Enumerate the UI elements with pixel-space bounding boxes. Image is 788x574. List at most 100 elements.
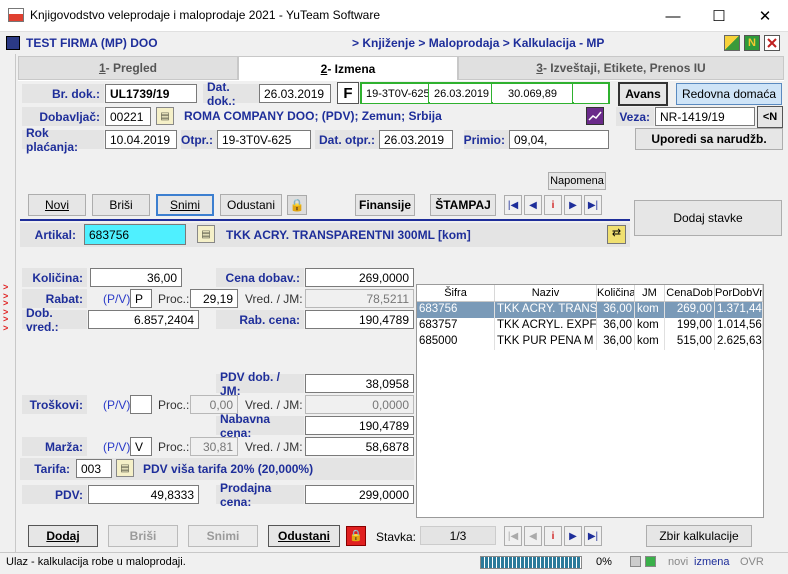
marza-pv-field[interactable]: V: [130, 437, 152, 456]
last-record-icon[interactable]: ▶|: [584, 195, 602, 215]
col-cenadob[interactable]: CenaDob: [665, 285, 715, 301]
progress-text: 0%: [596, 556, 612, 568]
rabat-proc-field[interactable]: 29,19: [190, 289, 238, 308]
tab-pregled[interactable]: 1 - Pregled: [18, 56, 238, 80]
prodajna-field[interactable]: 299,0000: [305, 485, 414, 504]
maximize-button[interactable]: ☐: [696, 0, 742, 32]
lookup-icon[interactable]: ▤: [156, 107, 174, 125]
tab-izvestaji[interactable]: 3 - Izveštaji, Etikete, Prenos IU: [458, 56, 784, 80]
artikal-name: TKK ACRY. TRANSPARENTNI 300ML [kom]: [226, 228, 471, 242]
invoice-ref-field[interactable]: 19-3T0V-625: [362, 84, 429, 103]
cell: 36,00: [597, 318, 635, 334]
otpr-label: Otpr.:: [181, 130, 217, 149]
marza-proc-field[interactable]: 30,81: [190, 437, 238, 456]
next-item-icon[interactable]: ▶: [564, 526, 582, 546]
veza-field[interactable]: NR-1419/19: [655, 107, 755, 126]
items-grid[interactable]: Šifra Naziv Količina JM CenaDob PorDobVr…: [416, 284, 764, 518]
pdv-label: PDV:: [22, 485, 87, 504]
separator: [20, 219, 630, 221]
troskovi-vred-field[interactable]: 0,0000: [305, 395, 414, 414]
avans-button[interactable]: Avans: [618, 82, 668, 106]
stampaj-button[interactable]: ŠTAMPAJ: [430, 194, 496, 216]
dat-otpr-field[interactable]: 26.03.2019: [379, 130, 453, 149]
pdv-dob-field: 38,0958: [305, 374, 414, 393]
exit-icon[interactable]: [764, 35, 780, 51]
lock-red-icon[interactable]: 🔒: [346, 526, 366, 546]
minimize-button[interactable]: —: [650, 0, 696, 32]
col-kolicina[interactable]: Količina: [597, 285, 635, 301]
dob-vred-label: Dob. vred.:: [22, 306, 87, 334]
info-icon[interactable]: i: [544, 195, 562, 215]
invoice-amount-field[interactable]: 30.069,89: [493, 84, 573, 103]
first-item-icon[interactable]: |◀: [504, 526, 522, 546]
rabat-vred-label: Vred. / JM:: [245, 292, 303, 306]
primio-field[interactable]: 09,04,: [509, 130, 609, 149]
cell: 683756: [417, 302, 495, 318]
zbir-kalkulacije-button[interactable]: Zbir kalkulacije: [646, 525, 752, 547]
finansije-button[interactable]: Finansije: [355, 194, 415, 216]
snimi-item-button[interactable]: Snimi: [188, 525, 258, 547]
swap-icon[interactable]: ⇄: [607, 225, 626, 244]
cena-dobav-field[interactable]: 269,0000: [305, 268, 414, 287]
primio-label: Primio:: [464, 130, 509, 149]
odustani-button[interactable]: Odustani: [220, 194, 282, 216]
lookup-icon[interactable]: ▤: [197, 225, 215, 243]
otpr-field[interactable]: 19-3T0V-625: [217, 130, 311, 149]
dodaj-button[interactable]: Dodaj: [28, 525, 98, 547]
marza-vred-label: Vred. / JM:: [245, 440, 303, 454]
rok-placanja-label: Rok plaćanja:: [22, 126, 104, 154]
napomena-button[interactable]: Napomena: [548, 172, 606, 190]
table-row[interactable]: 683757 TKK ACRYL. EXPF 36,00 kom 199,00 …: [417, 318, 763, 334]
redovna-domaca-button[interactable]: Redovna domaća: [676, 83, 782, 105]
next-record-icon[interactable]: ▶: [564, 195, 582, 215]
lock-icon[interactable]: 🔒: [287, 195, 307, 215]
table-row[interactable]: 685000 TKK PUR PENA M 36,00 kom 515,00 2…: [417, 334, 763, 350]
rok-placanja-field[interactable]: 10.04.2019: [105, 130, 177, 149]
first-record-icon[interactable]: |◀: [504, 195, 522, 215]
artikal-label: Artikal:: [22, 225, 80, 244]
col-jm[interactable]: JM: [635, 285, 665, 301]
dobavljac-code-field[interactable]: 00221: [105, 107, 151, 126]
troskovi-pv-field[interactable]: [130, 395, 152, 414]
troskovi-vred-label: Vred. / JM:: [245, 398, 303, 412]
close-button[interactable]: ✕: [742, 0, 788, 32]
prev-item-icon[interactable]: ◀: [524, 526, 542, 546]
artikal-code-field[interactable]: 683756: [84, 224, 186, 245]
kolicina-field[interactable]: 36,00: [90, 268, 182, 287]
br-dok-field[interactable]: UL1739/19: [105, 84, 197, 103]
chart-icon[interactable]: [586, 107, 604, 125]
brisi-button[interactable]: Briši: [92, 194, 150, 216]
dat-dok-field[interactable]: 26.03.2019: [259, 84, 331, 103]
rab-cena-field[interactable]: 190,4789: [305, 310, 414, 329]
last-item-icon[interactable]: ▶|: [584, 526, 602, 546]
table-row[interactable]: 683756 TKK ACRY. TRANS 36,00 kom 269,00 …: [417, 302, 763, 318]
dat-otpr-label: Dat. otpr.:: [315, 130, 379, 149]
prev-record-icon[interactable]: ◀: [524, 195, 542, 215]
col-naziv[interactable]: Naziv: [495, 285, 597, 301]
dodaj-label: Dodaj: [46, 529, 80, 543]
snimi-button[interactable]: Snimi: [156, 194, 214, 216]
cell: TKK ACRYL. EXPF: [495, 318, 597, 334]
invoice-extra-field[interactable]: [574, 84, 608, 103]
veza-n-button[interactable]: <N: [757, 106, 783, 128]
odustani-item-button[interactable]: Odustani: [268, 525, 340, 547]
marza-vred-field[interactable]: 58,6878: [305, 437, 414, 456]
tab-izmena[interactable]: 2 - Izmena: [238, 56, 458, 80]
invoice-date-field[interactable]: 26.03.2019: [430, 84, 492, 103]
marker-arrow-icon: > >: [3, 314, 9, 333]
brisi-item-button[interactable]: Briši: [108, 525, 178, 547]
col-pordobvr[interactable]: PorDobVr: [715, 285, 763, 301]
tarifa-code-field[interactable]: 003: [76, 459, 112, 478]
dob-vred-field[interactable]: 6.857,2404: [88, 310, 199, 329]
cell: kom: [635, 318, 665, 334]
forward-icon[interactable]: [724, 35, 740, 51]
dodaj-stavke-button[interactable]: Dodaj stavke: [634, 200, 782, 236]
uporedi-button[interactable]: Uporedi sa narudžb.: [635, 128, 783, 150]
notes-icon[interactable]: N: [744, 35, 760, 51]
f-indicator: F: [337, 82, 359, 104]
col-sifra[interactable]: Šifra: [417, 285, 495, 301]
lookup-icon[interactable]: ▤: [116, 459, 134, 477]
item-info-icon[interactable]: i: [544, 526, 562, 546]
novi-button[interactable]: Novi: [28, 194, 86, 216]
rabat-pv-field[interactable]: P: [130, 289, 152, 308]
